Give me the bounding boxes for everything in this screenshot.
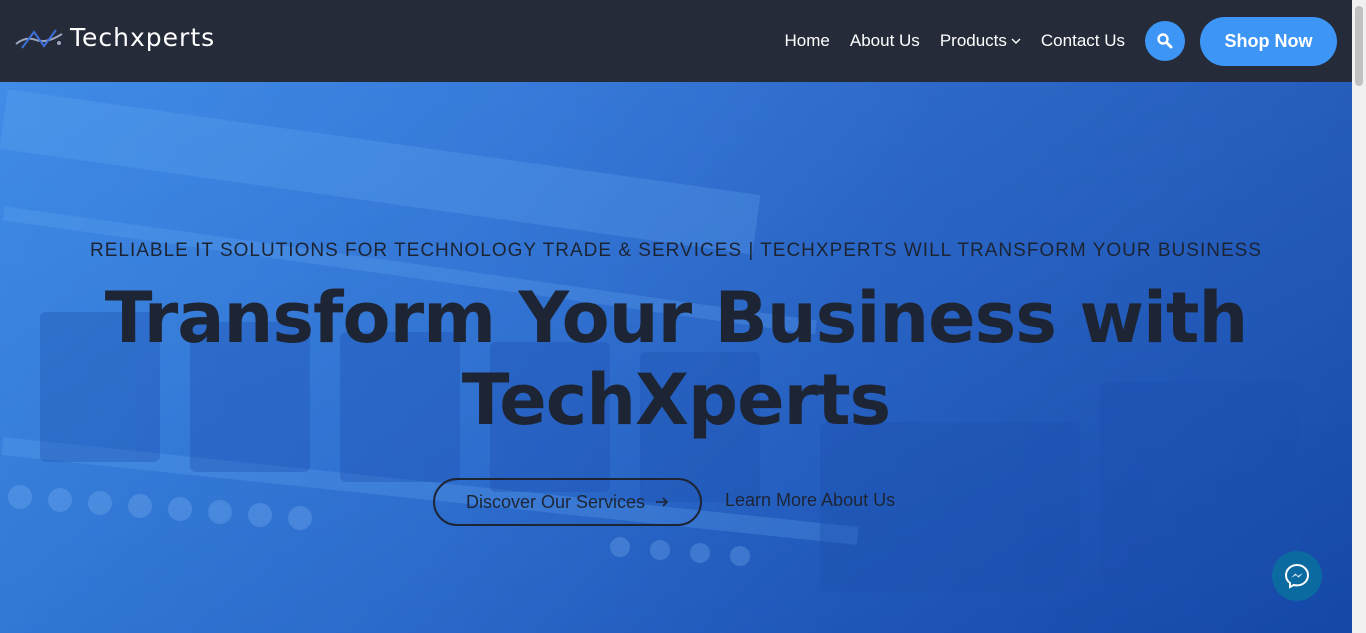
discover-services-button[interactable]: Discover Our Services: [433, 478, 702, 526]
search-icon: [1157, 33, 1173, 49]
hero-headline-line1: Transform Your Business with: [104, 277, 1249, 359]
page-scrollbar[interactable]: [1352, 0, 1366, 633]
shop-now-button[interactable]: Shop Now: [1200, 16, 1337, 66]
nav-about-us[interactable]: About Us: [850, 31, 920, 51]
logo-text: Techxperts: [70, 22, 216, 52]
hero-section: RELIABLE IT SOLUTIONS FOR TECHNOLOGY TRA…: [0, 82, 1352, 633]
arrow-right-icon: [656, 497, 669, 507]
nav-contact-us[interactable]: Contact Us: [1041, 31, 1125, 51]
hero-tagline: RELIABLE IT SOLUTIONS FOR TECHNOLOGY TRA…: [90, 240, 1262, 261]
messenger-icon: [1284, 563, 1310, 589]
discover-services-label: Discover Our Services: [465, 491, 646, 512]
learn-more-link[interactable]: Learn More About Us: [725, 490, 895, 511]
hero-headline: Transform Your Business with TechXperts: [0, 277, 1352, 441]
hero-headline-line2: TechXperts: [461, 359, 891, 441]
main-nav: Home About Us Products Contact Us Shop N…: [785, 0, 1352, 82]
site-header: Techxperts Home About Us Products Contac…: [0, 0, 1352, 82]
search-button[interactable]: [1145, 21, 1185, 61]
nav-products-label: Products: [939, 31, 1007, 50]
logo[interactable]: Techxperts: [14, 22, 215, 52]
chevron-down-icon: [1011, 38, 1021, 44]
messenger-button[interactable]: [1272, 551, 1322, 601]
nav-products[interactable]: Products: [940, 31, 1021, 51]
scrollbar-thumb[interactable]: [1355, 6, 1363, 86]
nav-home[interactable]: Home: [785, 31, 830, 51]
logo-mark-icon: [15, 29, 63, 49]
